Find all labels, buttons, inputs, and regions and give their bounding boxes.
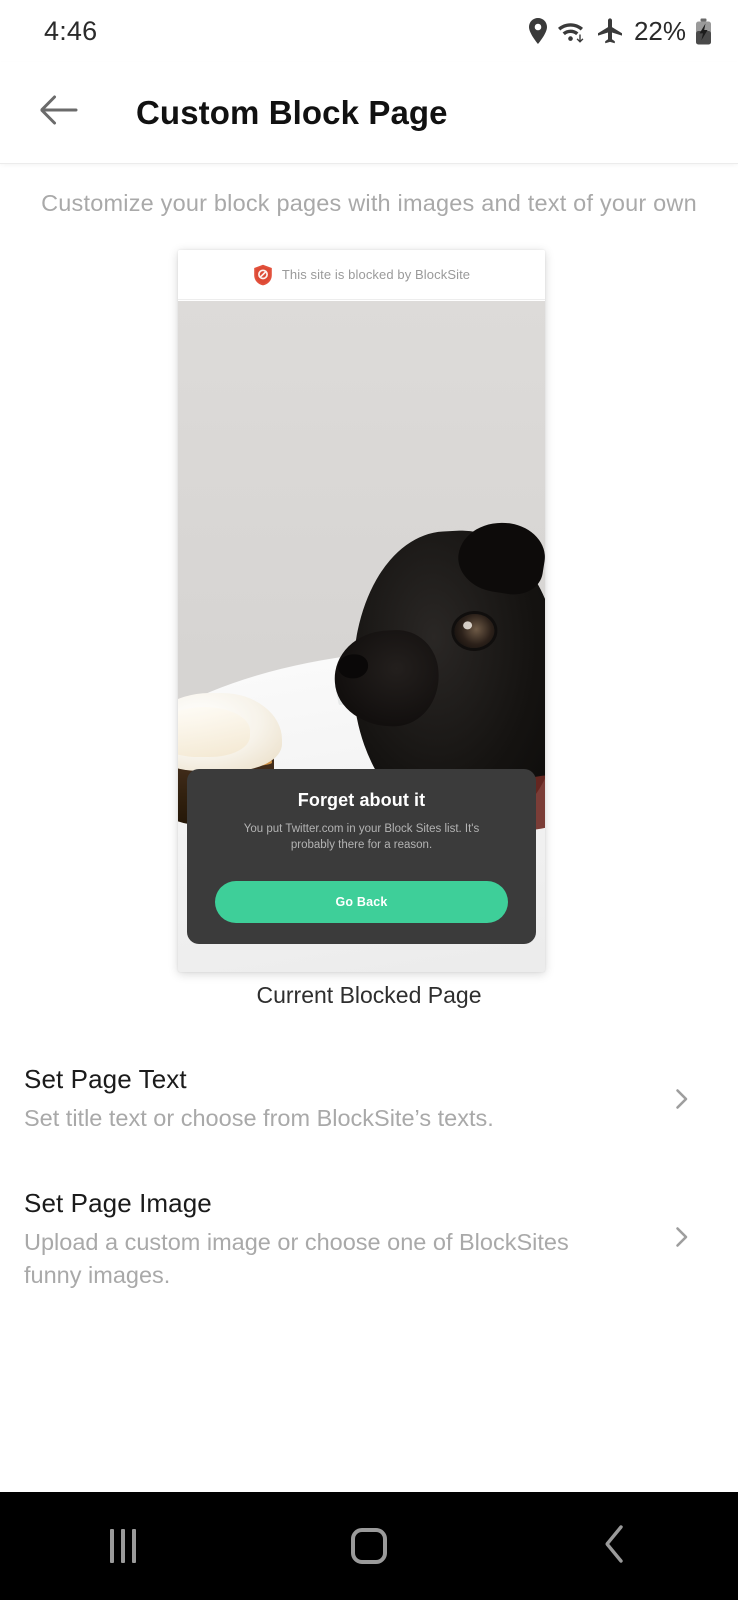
- blocksite-shield-icon: [253, 264, 273, 286]
- home-button[interactable]: [309, 1511, 429, 1581]
- back-icon: [602, 1524, 628, 1569]
- arrow-left-icon: [39, 94, 79, 131]
- chevron-right-icon: [671, 1226, 693, 1248]
- preview-photo: Forget about it You put Twitter.com in y…: [178, 301, 545, 972]
- wifi-icon: [557, 18, 588, 44]
- settings-row-set-page-text[interactable]: Set Page Text Set title text or choose f…: [0, 1040, 738, 1159]
- block-page-preview[interactable]: This site is blocked by BlockSite Forget…: [178, 250, 545, 972]
- preview-caption: Current Blocked Page: [256, 982, 482, 1008]
- settings-row-title: Set Page Text: [24, 1064, 187, 1094]
- app-bar: Custom Block Page: [0, 62, 738, 163]
- preview-browser-bar-text: This site is blocked by BlockSite: [281, 267, 471, 282]
- status-bar-time: 4:46: [44, 15, 98, 46]
- go-back-button[interactable]: Go Back: [215, 881, 508, 923]
- battery-percent-label: 22%: [633, 15, 686, 46]
- nav-back-button[interactable]: [555, 1511, 675, 1581]
- recents-button[interactable]: [63, 1511, 183, 1581]
- battery-charging-icon: [695, 18, 712, 45]
- block-message-body: You put Twitter.com in your Block Sites …: [243, 823, 480, 852]
- status-bar-icons: 22%: [528, 16, 712, 47]
- location-pin-icon: [528, 18, 548, 44]
- recents-icon: [110, 1529, 136, 1563]
- back-button[interactable]: [22, 76, 96, 150]
- settings-row-title: Set Page Image: [24, 1188, 212, 1219]
- settings-list: Set Page Text Set title text or choose f…: [0, 1040, 738, 1316]
- android-navigation-bar: [0, 1492, 738, 1600]
- block-message-title: Forget about it: [297, 790, 426, 810]
- settings-row-subtitle: Upload a custom image or choose one of B…: [24, 1229, 569, 1288]
- preview-browser-bar: This site is blocked by BlockSite: [178, 250, 545, 300]
- settings-row-subtitle: Set title text or choose from BlockSite’…: [24, 1105, 494, 1131]
- home-icon: [351, 1528, 387, 1564]
- settings-row-set-page-image[interactable]: Set Page Image Upload a custom image or …: [0, 1158, 738, 1316]
- airplane-mode-icon: [597, 18, 623, 44]
- page-title: Custom Block Page: [136, 93, 448, 131]
- phone-screen: 4:46 22% Custom Block Page Customize you…: [0, 0, 738, 1600]
- block-message-card: Forget about it You put Twitter.com in y…: [187, 769, 536, 944]
- chevron-right-icon: [671, 1088, 693, 1110]
- page-subtitle: Customize your block pages with images a…: [41, 190, 697, 216]
- status-bar: 4:46 22%: [0, 0, 738, 62]
